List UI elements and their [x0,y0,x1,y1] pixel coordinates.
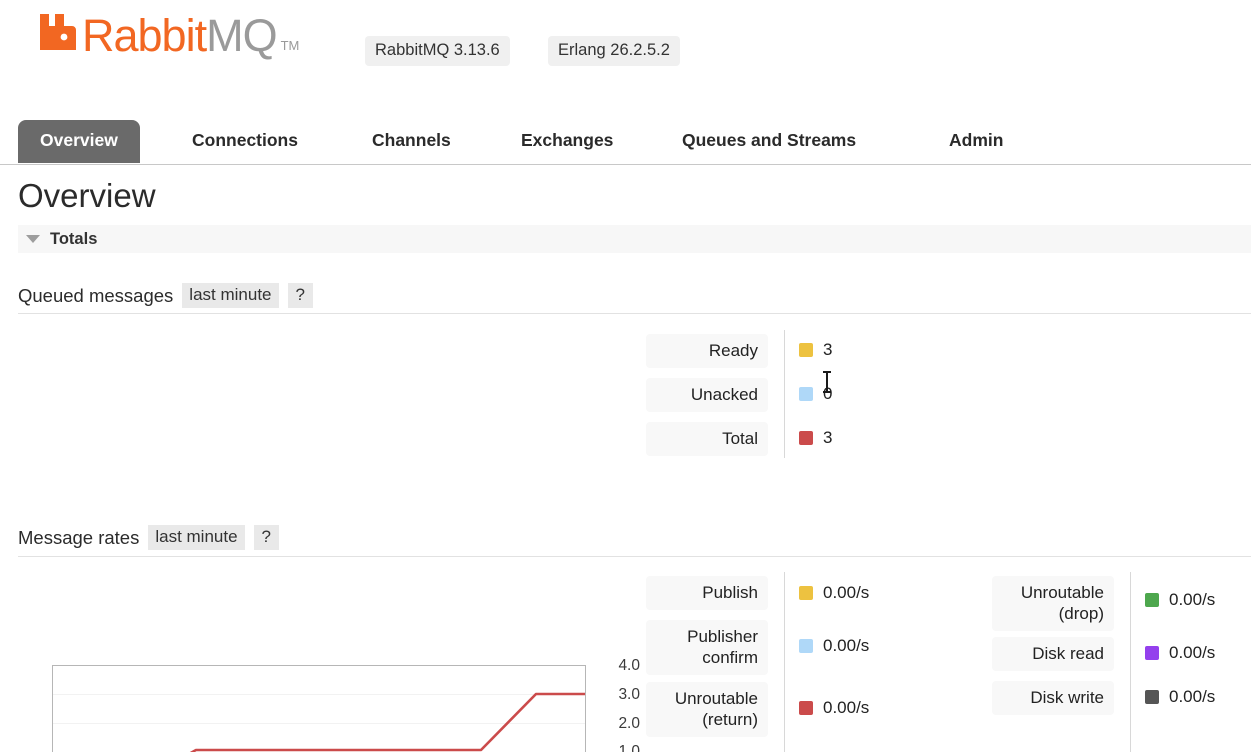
legend-divider [784,572,785,752]
legend-swatch-publish [799,586,813,600]
tab-overview[interactable]: Overview [18,120,140,163]
y-tick-label: 3.0 [618,686,640,703]
divider [18,556,1251,557]
legend-value-ready: 3 [799,340,832,360]
legend-row-unacked: Unacked [646,378,768,412]
legend-label-total[interactable]: Total [646,422,768,456]
legend-label-publish[interactable]: Publish [646,576,768,610]
legend-swatch-unacked [799,387,813,401]
legend-swatch-ready [799,343,813,357]
erlang-version-badge: Erlang 26.2.5.2 [548,36,680,66]
logo-text-rabbit: Rabbit [82,10,207,61]
trademark-symbol: TM [280,38,300,53]
tab-channels[interactable]: Channels [372,120,451,163]
queued-messages-chart: 4.0 3.0 2.0 1.0 0.0 15:18:50 15:19:00 15… [0,330,640,752]
legend-row-unroutable-drop: Unroutable (drop) [992,576,1114,631]
message-rates-help-icon[interactable]: ? [253,525,280,550]
message-rates-period-chip[interactable]: last minute [148,525,245,550]
legend-label-publisher-confirm[interactable]: Publisher confirm [646,620,768,675]
legend-publish-value: 0.00/s [823,583,870,602]
logo-text-mq: MQ [206,10,277,61]
legend-label-ready[interactable]: Ready [646,334,768,368]
legend-row-publisher-confirm: Publisher confirm [646,620,768,675]
main-navigation-tabs: Overview Connections Channels Exchanges … [0,120,1251,165]
legend-row-total: Total [646,422,768,456]
legend-swatch-unroutable-return [799,701,813,715]
legend-label-unroutable-return[interactable]: Unroutable (return) [646,682,768,737]
legend-swatch-total [799,431,813,445]
legend-swatch-unroutable-drop [1145,593,1159,607]
queued-messages-help-icon[interactable]: ? [287,283,313,308]
message-rates-title: Message rates [18,526,140,548]
legend-unacked-value: 0 [823,384,833,403]
rabbit-logo-icon [34,10,78,54]
legend-label-disk-write[interactable]: Disk write [992,681,1114,715]
legend-swatch-disk-read [1145,646,1159,660]
legend-value-publish: 0.00/s [799,583,869,603]
queued-messages-period-chip[interactable]: last minute [182,283,279,308]
legend-swatch-publisher-confirm [799,639,813,653]
legend-disk-write-value: 0.00/s [1169,687,1216,706]
totals-section-label: Totals [50,229,98,248]
legend-row-disk-read: Disk read [992,637,1114,671]
legend-disk-read-value: 0.00/s [1169,643,1216,662]
legend-value-unacked: 0 [799,384,832,404]
legend-label-unroutable-drop-line1: Unroutable (drop) [1020,583,1104,623]
legend-label-unroutable-return-line1: Unroutable (return) [674,689,758,729]
queued-messages-title: Queued messages [18,284,174,306]
divider [18,313,1251,314]
app-header: RabbitMQ TM RabbitMQ 3.13.6 Erlang 26.2.… [0,0,1251,96]
legend-divider [1130,572,1131,752]
chevron-down-icon [26,235,40,243]
rabbitmq-version-badge: RabbitMQ 3.13.6 [365,36,510,66]
page-title: Overview [18,177,156,214]
legend-label-unroutable-drop[interactable]: Unroutable (drop) [992,576,1114,631]
queued-messages-plot-area[interactable] [52,665,586,752]
legend-ready-value: 3 [823,340,833,359]
legend-unroutable-return-value: 0.00/s [823,698,870,717]
tab-exchanges[interactable]: Exchanges [521,120,613,163]
legend-value-publisher-confirm: 0.00/s [799,636,869,656]
queued-messages-header: Queued messages last minute ? [18,283,313,308]
legend-label-unacked[interactable]: Unacked [646,378,768,412]
tab-connections[interactable]: Connections [192,120,298,163]
queued-messages-series [189,692,585,752]
legend-publisher-confirm-value: 0.00/s [823,636,870,655]
legend-value-unroutable-drop: 0.00/s [1145,590,1215,610]
legend-value-disk-read: 0.00/s [1145,643,1215,663]
legend-row-disk-write: Disk write [992,681,1114,715]
y-tick-label: 2.0 [618,715,640,732]
tab-queues-and-streams[interactable]: Queues and Streams [682,120,856,163]
legend-value-total: 3 [799,428,832,448]
legend-swatch-disk-write [1145,690,1159,704]
y-tick-label: 4.0 [618,657,640,674]
legend-label-disk-read[interactable]: Disk read [992,637,1114,671]
y-tick-label: 1.0 [618,743,640,752]
legend-divider [784,330,785,458]
legend-unroutable-drop-value: 0.00/s [1169,590,1216,609]
legend-row-unroutable-return: Unroutable (return) [646,682,768,737]
rabbitmq-logo[interactable]: RabbitMQ TM [34,10,299,58]
message-rates-header: Message rates last minute ? [18,525,280,550]
tab-admin[interactable]: Admin [949,120,1003,163]
totals-section-header[interactable]: Totals [18,225,1251,253]
legend-value-disk-write: 0.00/s [1145,687,1215,707]
legend-label-publisher-confirm-line1: Publisher confirm [687,627,758,667]
overview-page: RabbitMQ TM RabbitMQ 3.13.6 Erlang 26.2.… [0,0,1251,752]
legend-total-value: 3 [823,428,833,447]
legend-value-unroutable-return: 0.00/s [799,698,869,718]
legend-row-publish: Publish [646,576,768,610]
legend-row-ready: Ready [646,334,768,368]
